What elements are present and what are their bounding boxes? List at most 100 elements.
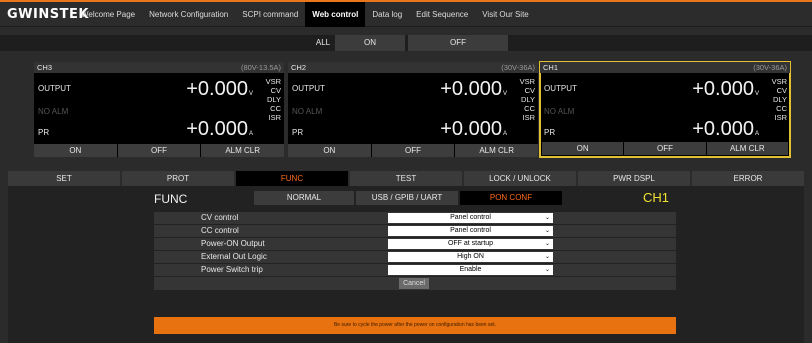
field-label: CV control [201, 213, 239, 222]
flag-isr: ISR [774, 113, 787, 122]
flag-vsr: VSR [771, 77, 787, 86]
power-on-output-select[interactable]: OFF at startup ⌄ [388, 239, 553, 249]
channel-name: CH2 [291, 63, 307, 72]
subtab-normal[interactable]: NORMAL [254, 191, 354, 205]
alarm-status: NO ALM [292, 107, 323, 116]
mode-flags: VSR CV DLY CC ISR [772, 77, 787, 122]
voltage-readout: +0.000V [186, 78, 253, 100]
pon-config-form: CV control Panel control ⌄ CC control Pan… [154, 212, 676, 290]
pr-label: PR [544, 128, 556, 137]
top-navigation-bar: GWINSTEK Welcome Page Network Configurat… [0, 1, 812, 27]
output-label: OUTPUT [292, 84, 325, 93]
alarm-clear-button[interactable]: ALM CLR [706, 142, 788, 155]
cv-control-select[interactable]: Panel control ⌄ [388, 213, 553, 223]
func-content-panel: FUNC NORMAL USB / GPIB / UART PON CONF C… [8, 186, 804, 343]
form-row-power-switch-trip: Power Switch trip Enable ⌄ [154, 264, 676, 276]
flag-vsr: VSR [265, 77, 281, 86]
channel-panel-ch1[interactable]: CH1 (30V-36A) OUTPUT NO ALM PR +0.000V +… [539, 61, 791, 158]
flag-cv: CV [776, 86, 787, 95]
nav-network-configuration[interactable]: Network Configuration [142, 2, 235, 27]
field-label: External Out Logic [201, 252, 267, 261]
voltage-readout: +0.000V [440, 78, 507, 100]
cancel-button[interactable]: Cancel [399, 278, 429, 289]
flag-cv: CV [270, 86, 281, 95]
chevron-down-icon: ⌄ [544, 267, 550, 273]
flag-isr: ISR [522, 113, 535, 122]
flag-cc: CC [776, 104, 787, 113]
channel-panel-ch3[interactable]: CH3 (80V-13.5A) OUTPUT NO ALM PR +0.000V… [34, 62, 285, 157]
channel-button-row: ON OFF ALM CLR [542, 142, 788, 155]
form-row-cc-control: CC control Panel control ⌄ [154, 225, 676, 237]
power-switch-trip-select[interactable]: Enable ⌄ [388, 265, 553, 275]
channel-on-button[interactable]: ON [34, 144, 117, 157]
all-off-button[interactable]: OFF [408, 35, 508, 51]
external-out-logic-select[interactable]: High ON ⌄ [388, 252, 553, 262]
channel-header: CH2 (30V-36A) [288, 62, 538, 73]
form-action-row: Cancel [154, 277, 676, 290]
form-row-external-out-logic: External Out Logic High ON ⌄ [154, 251, 676, 263]
all-on-button[interactable]: ON [335, 35, 405, 51]
tab-error[interactable]: ERROR [692, 171, 804, 186]
tab-set[interactable]: SET [8, 171, 120, 186]
channel-name: CH3 [37, 63, 53, 72]
flag-vsr: VSR [519, 77, 535, 86]
form-row-power-on-output: Power-ON Output OFF at startup ⌄ [154, 238, 676, 250]
all-label: ALL [315, 38, 331, 47]
mode-flags: VSR CV DLY CC ISR [266, 77, 281, 122]
tab-pwr-dspl[interactable]: PWR DSPL [578, 171, 690, 186]
section-title: FUNC [154, 192, 188, 206]
current-readout: +0.000A [692, 118, 759, 140]
nav-data-log[interactable]: Data log [365, 2, 409, 27]
flag-dly: DLY [772, 95, 787, 104]
all-channels-bar: ALL ON OFF [0, 35, 812, 51]
selected-channel-label: CH1 [643, 190, 670, 205]
flag-cc: CC [524, 104, 535, 113]
channel-on-button[interactable]: ON [288, 144, 371, 157]
cc-control-select[interactable]: Panel control ⌄ [388, 226, 553, 236]
subtab-usb-gpib-uart[interactable]: USB / GPIB / UART [356, 191, 458, 205]
alarm-status: NO ALM [544, 107, 575, 116]
nav-visit-our-site[interactable]: Visit Our Site [475, 2, 536, 27]
tab-func[interactable]: FUNC [236, 171, 348, 186]
field-label: Power Switch trip [201, 265, 263, 274]
chevron-down-icon: ⌄ [544, 228, 550, 234]
tab-lock-unlock[interactable]: LOCK / UNLOCK [464, 171, 576, 186]
nav-welcome-page[interactable]: Welcome Page [74, 2, 142, 27]
alarm-clear-button[interactable]: ALM CLR [201, 144, 285, 157]
nav-scpi-command[interactable]: SCPI command [235, 2, 305, 27]
flag-dly: DLY [520, 95, 535, 104]
pr-label: PR [292, 128, 304, 137]
mode-flags: VSR CV DLY CC ISR [520, 77, 535, 122]
channel-header: CH3 (80V-13.5A) [34, 62, 284, 73]
subtab-pon-conf[interactable]: PON CONF [460, 191, 562, 205]
nav-web-control[interactable]: Web control [305, 1, 366, 27]
chevron-down-icon: ⌄ [544, 215, 550, 221]
field-label: CC control [201, 226, 239, 235]
pr-label: PR [38, 128, 50, 137]
flag-cv: CV [524, 86, 535, 95]
channel-range: (30V-36A) [501, 63, 535, 72]
function-tab-bar: SET PROT FUNC TEST LOCK / UNLOCK PWR DSP… [8, 171, 804, 186]
channel-panel-ch2[interactable]: CH2 (30V-36A) OUTPUT NO ALM PR +0.000V +… [288, 62, 539, 157]
channel-off-button[interactable]: OFF [624, 142, 706, 155]
chevron-down-icon: ⌄ [544, 241, 550, 247]
channel-header: CH1 (30V-36A) [540, 62, 790, 73]
channel-button-row: ON OFF ALM CLR [288, 144, 539, 157]
alarm-status: NO ALM [38, 107, 69, 116]
channel-on-button[interactable]: ON [542, 142, 624, 155]
channel-off-button[interactable]: OFF [117, 144, 201, 157]
channel-range: (80V-13.5A) [240, 63, 281, 72]
nav-edit-sequence[interactable]: Edit Sequence [409, 2, 475, 27]
voltage-readout: +0.000V [692, 78, 759, 100]
channel-button-row: ON OFF ALM CLR [34, 144, 285, 157]
alarm-clear-button[interactable]: ALM CLR [455, 144, 539, 157]
flag-dly: DLY [266, 95, 281, 104]
form-row-cv-control: CV control Panel control ⌄ [154, 212, 676, 224]
channel-name: CH1 [543, 63, 559, 72]
field-label: Power-ON Output [201, 239, 265, 248]
flag-isr: ISR [268, 113, 281, 122]
channel-off-button[interactable]: OFF [371, 144, 455, 157]
tab-prot[interactable]: PROT [122, 171, 234, 186]
tab-test[interactable]: TEST [350, 171, 462, 186]
gwinstek-logo: GWINSTEK [7, 6, 89, 22]
